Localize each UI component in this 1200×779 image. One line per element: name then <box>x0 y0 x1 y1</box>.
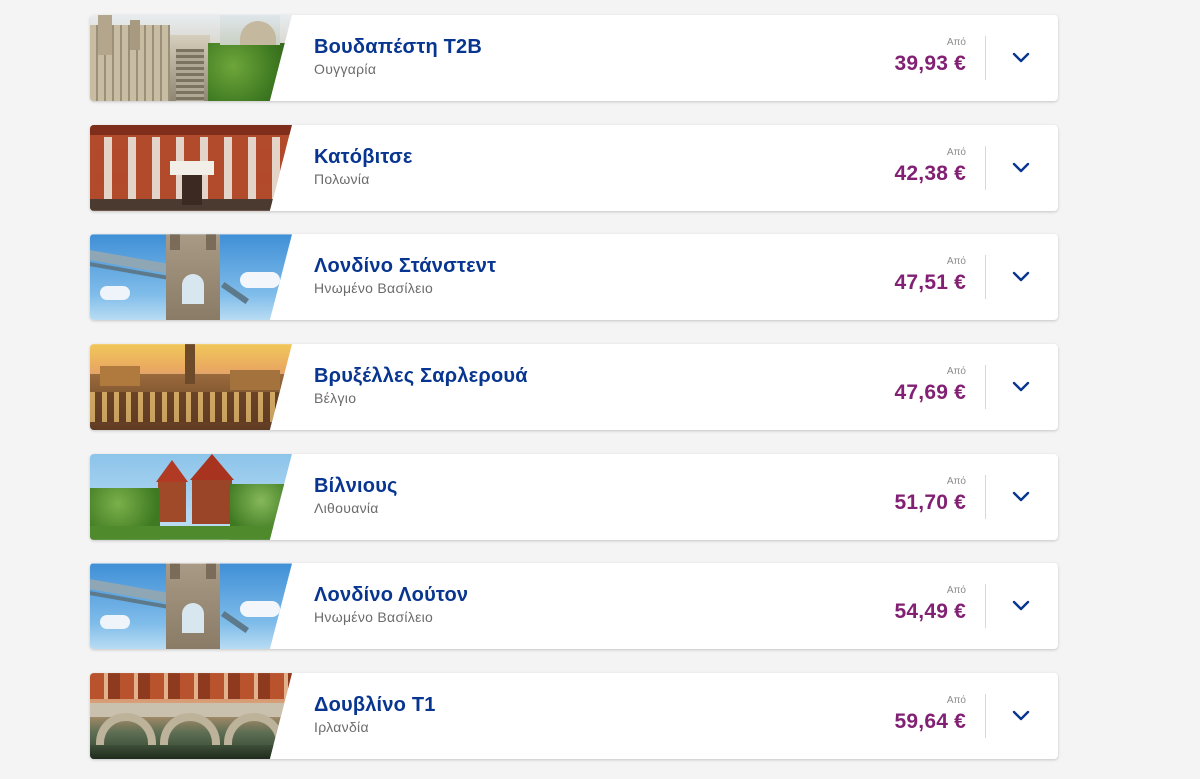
chevron-down-icon <box>1012 491 1030 501</box>
chevron-down-icon <box>1012 162 1030 172</box>
divider <box>985 145 986 190</box>
divider <box>985 474 986 519</box>
destination-country: Ηνωμένο Βασίλειο <box>314 609 434 626</box>
expand-button[interactable] <box>1006 43 1036 73</box>
price-box: Από 39,93 € <box>895 37 966 76</box>
destination-info: Δουβλίνο T1 Ιρλανδία <box>314 694 436 735</box>
destination-info: Βίλνιους Λιθουανία <box>314 475 398 516</box>
chevron-down-icon <box>1012 710 1030 721</box>
destination-country: Βέλγιο <box>314 390 357 407</box>
destination-info: Κατόβιτσε Πολωνία <box>314 146 413 187</box>
price-box: Από 42,38 € <box>895 147 966 186</box>
price-box: Από 47,51 € <box>895 256 966 295</box>
destination-image-katowice <box>90 124 292 211</box>
destination-image-london-luton <box>90 563 292 650</box>
destination-city: Κατόβιτσε <box>314 145 413 168</box>
price-value: 54,49 € <box>894 600 966 624</box>
price-value: 47,51 € <box>894 271 966 295</box>
price-from-label: Από <box>946 366 966 378</box>
destination-city: Βρυξέλλες Σαρλερουά <box>314 365 528 388</box>
destination-card-london-luton[interactable]: Λονδίνο Λούτον Ηνωμένο Βασίλειο Από 54,4… <box>90 563 1058 650</box>
destination-city: Βίλνιους <box>314 474 398 497</box>
chevron-down-icon <box>1012 601 1030 611</box>
divider <box>985 365 986 410</box>
expand-button[interactable] <box>1006 482 1036 512</box>
destination-country: Ιρλανδία <box>314 719 369 736</box>
price-from-label: Από <box>946 585 966 597</box>
price-from-label: Από <box>946 475 966 487</box>
price-value: 47,69 € <box>894 381 966 405</box>
expand-button[interactable] <box>1006 153 1036 183</box>
destination-card-dublin[interactable]: Δουβλίνο T1 Ιρλανδία Από 59,64 € <box>90 673 1058 760</box>
divider <box>985 36 986 80</box>
price-value: 42,38 € <box>894 161 966 185</box>
price-box: Από 54,49 € <box>895 585 966 624</box>
chevron-down-icon <box>1012 52 1030 63</box>
destination-city: Λονδίνο Λούτον <box>314 584 469 607</box>
price-from-label: Από <box>946 695 966 707</box>
chevron-down-icon <box>1012 272 1030 282</box>
destination-image-vilnius <box>90 453 292 540</box>
destination-list: Βουδαπέστη T2B Ουγγαρία Από 39,93 € Κατό… <box>90 15 1058 779</box>
price-box: Από 59,64 € <box>895 695 966 734</box>
destination-image-dublin <box>90 673 292 760</box>
price-box: Από 51,70 € <box>895 476 966 515</box>
destination-card-vilnius[interactable]: Βίλνιους Λιθουανία Από 51,70 € <box>90 453 1058 540</box>
destination-info: Λονδίνο Λούτον Ηνωμένο Βασίλειο <box>314 584 468 625</box>
divider <box>985 255 986 300</box>
price-from-label: Από <box>946 256 966 268</box>
price-from-label: Από <box>946 37 966 48</box>
destination-card-budapest[interactable]: Βουδαπέστη T2B Ουγγαρία Από 39,93 € <box>90 15 1058 101</box>
destination-city: Λονδίνο Στάνστεντ <box>314 255 497 278</box>
destination-info: Λονδίνο Στάνστεντ Ηνωμένο Βασίλειο <box>314 255 496 296</box>
destination-city: Δουβλίνο T1 <box>314 694 436 717</box>
expand-button[interactable] <box>1006 701 1036 731</box>
destination-image-brussels <box>90 344 292 431</box>
destination-info: Βρυξέλλες Σαρλερουά Βέλγιο <box>314 365 528 406</box>
price-value: 51,70 € <box>894 490 966 514</box>
destination-image-budapest <box>90 15 292 101</box>
destination-card-brussels[interactable]: Βρυξέλλες Σαρλερουά Βέλγιο Από 47,69 € <box>90 344 1058 431</box>
price-box: Από 47,69 € <box>895 366 966 405</box>
expand-button[interactable] <box>1006 262 1036 292</box>
destination-country: Ηνωμένο Βασίλειο <box>314 280 434 297</box>
destination-card-london-stansted[interactable]: Λονδίνο Στάνστεντ Ηνωμένο Βασίλειο Από 4… <box>90 234 1058 321</box>
expand-button[interactable] <box>1006 591 1036 621</box>
destination-info: Βουδαπέστη T2B Ουγγαρία <box>314 36 482 77</box>
destination-country: Ουγγαρία <box>314 61 377 77</box>
divider <box>985 694 986 739</box>
price-from-label: Από <box>946 146 966 158</box>
destination-city: Βουδαπέστη T2B <box>314 36 483 58</box>
price-value: 39,93 € <box>894 52 966 75</box>
price-value: 59,64 € <box>894 710 966 734</box>
destination-image-london-stansted <box>90 234 292 321</box>
expand-button[interactable] <box>1006 372 1036 402</box>
destination-country: Πολωνία <box>314 170 370 187</box>
divider <box>985 584 986 629</box>
chevron-down-icon <box>1012 381 1030 392</box>
destination-card-katowice[interactable]: Κατόβιτσε Πολωνία Από 42,38 € <box>90 124 1058 211</box>
destination-country: Λιθουανία <box>314 499 379 516</box>
